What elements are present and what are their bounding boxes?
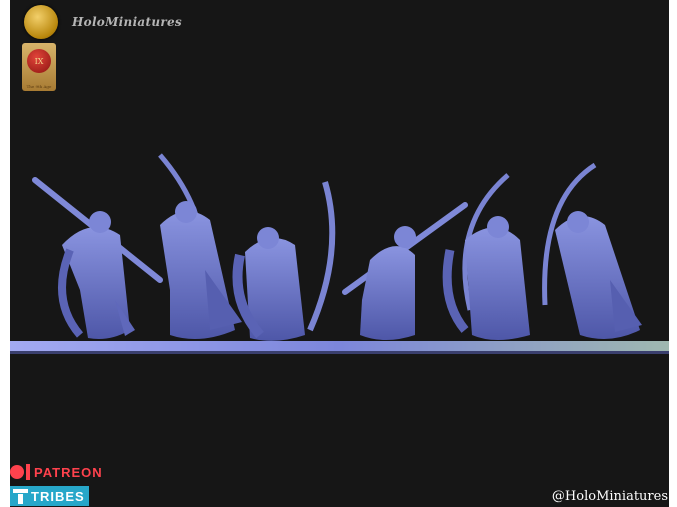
patreon-bar-icon	[26, 464, 30, 480]
miniatures-render	[10, 153, 669, 354]
brand-name: HoloMiniatures	[72, 15, 182, 29]
seal-caption: The 9th Age	[26, 84, 52, 89]
base-strip-shadow	[10, 351, 669, 354]
archer-figure-5	[442, 173, 530, 340]
archer-figure-2	[158, 153, 242, 339]
golden-coin-logo-icon	[24, 5, 58, 39]
archer-figure-6	[542, 162, 642, 339]
credit-handle: @HoloMiniatures	[551, 489, 668, 504]
image-canvas: HoloMiniatures IX The 9th Age PATREON TR…	[0, 0, 677, 507]
photo-frame: HoloMiniatures IX The 9th Age	[10, 0, 669, 507]
ninth-age-seal-icon: IX The 9th Age	[22, 43, 56, 91]
tribes-t-icon	[13, 488, 28, 504]
patreon-label: PATREON	[34, 464, 103, 480]
archer-figure-3	[232, 181, 336, 341]
patreon-logo: PATREON	[10, 462, 103, 482]
archer-figure-1	[32, 177, 163, 339]
tribes-label: TRIBES	[31, 488, 85, 504]
seal-mark: IX	[27, 49, 51, 73]
tribes-logo: TRIBES	[10, 486, 89, 506]
patreon-circle-icon	[10, 465, 24, 479]
